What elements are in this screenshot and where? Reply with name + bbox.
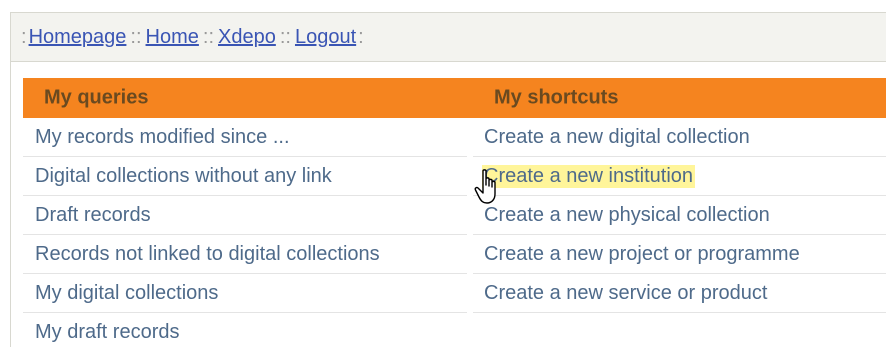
nav-bar: : Homepage :: Home :: Xdepo :: Logout :	[10, 12, 886, 62]
shortcut-item-label[interactable]: Create a new institution	[482, 164, 696, 188]
shortcut-item[interactable]: Create a new service or product	[473, 274, 886, 313]
query-item[interactable]: Records not linked to digital collection…	[23, 235, 467, 274]
nav-separator: ::	[202, 25, 215, 48]
dashboard-panel: My queries My shortcuts My records modif…	[10, 62, 886, 347]
shortcut-item[interactable]: Create a new digital collection	[473, 118, 886, 157]
nav-link-home[interactable]: Home	[146, 26, 199, 49]
query-item[interactable]: My draft records	[23, 313, 467, 347]
nav-link-logout[interactable]: Logout	[295, 26, 356, 49]
shortcuts-list: Create a new digital collection Create a…	[473, 118, 886, 313]
query-item[interactable]: My records modified since ...	[23, 118, 467, 157]
nav-separator: ::	[279, 25, 291, 48]
panel-header: My queries My shortcuts	[23, 78, 886, 118]
shortcut-item[interactable]: Create a new project or programme	[473, 235, 886, 274]
query-item[interactable]: Digital collections without any link	[23, 157, 467, 196]
page: : Homepage :: Home :: Xdepo :: Logout : …	[0, 0, 886, 347]
query-item[interactable]: Draft records	[23, 196, 467, 235]
queries-title: My queries	[44, 86, 149, 109]
shortcuts-title: My shortcuts	[494, 86, 619, 109]
nav-separator: :	[358, 25, 364, 48]
shortcut-item[interactable]: Create a new physical collection	[473, 196, 886, 235]
nav-separator: ::	[130, 25, 142, 48]
query-item[interactable]: My digital collections	[23, 274, 467, 313]
nav-link-xdepo[interactable]: Xdepo	[218, 26, 276, 49]
nav-link-homepage[interactable]: Homepage	[29, 26, 127, 49]
queries-list: My records modified since ... Digital co…	[23, 118, 467, 347]
nav-separator: :	[21, 25, 27, 48]
shortcut-item-highlighted[interactable]: Create a new institution	[473, 157, 886, 196]
